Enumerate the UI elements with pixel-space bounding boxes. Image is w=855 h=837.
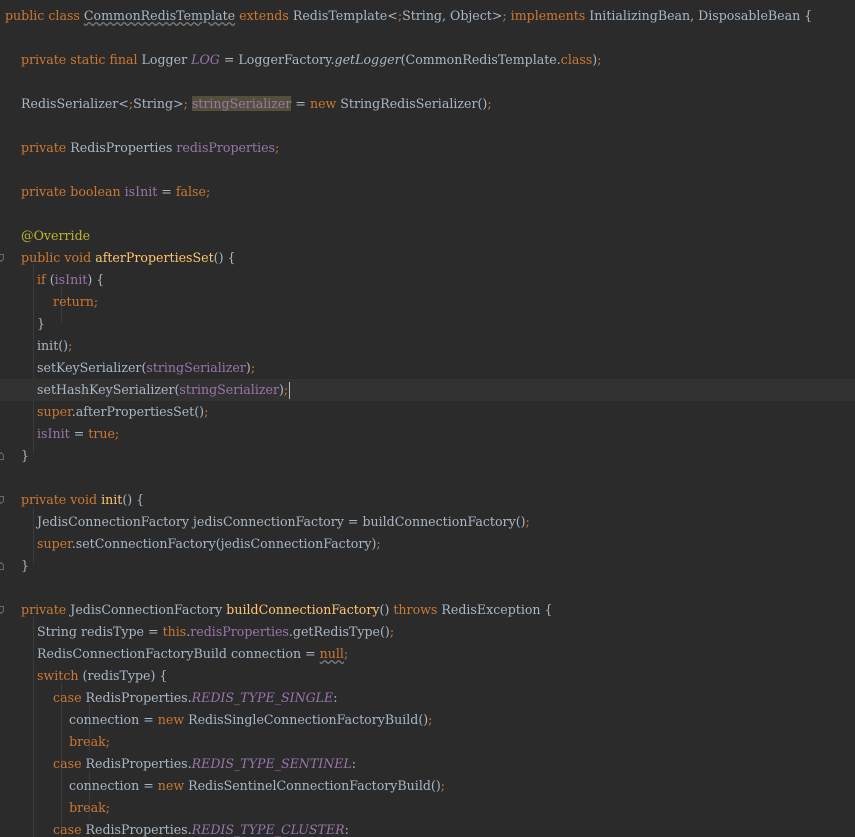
code-line[interactable]: private static final Logger LOG = Logger… (0, 49, 855, 71)
code-line-text: super.afterPropertiesSet(); (37, 404, 209, 419)
code-line[interactable] (0, 159, 855, 181)
fold-end-icon[interactable] (0, 452, 4, 460)
code-line-text: @Override (21, 228, 91, 243)
code-line-text: super.setConnectionFactory(jedisConnecti… (37, 536, 381, 551)
code-line[interactable]: } (0, 313, 855, 335)
code-line[interactable]: public class CommonRedisTemplate extends… (0, 5, 855, 27)
code-line[interactable]: @Override (0, 225, 855, 247)
code-line-text: case RedisProperties.REDIS_TYPE_SENTINEL… (53, 756, 357, 771)
code-line[interactable]: JedisConnectionFactory jedisConnectionFa… (0, 511, 855, 533)
code-line-text: setKeySerializer(stringSerializer); (5, 360, 256, 375)
code-line-text: private RedisProperties redisProperties; (21, 140, 280, 155)
code-line-text: isInit = true; (37, 426, 120, 441)
code-line-text: RedisSerializer<;String>; stringSerializ… (5, 96, 492, 111)
code-line[interactable]: private JedisConnectionFactory buildConn… (0, 599, 855, 621)
code-line[interactable] (0, 577, 855, 599)
code-line-text: break; (69, 800, 110, 815)
code-line[interactable]: case RedisProperties.REDIS_TYPE_SENTINEL… (0, 753, 855, 775)
fold-marker-icon[interactable] (0, 606, 4, 614)
code-line-text: } (5, 448, 30, 463)
code-line[interactable]: RedisConnectionFactoryBuild connection =… (0, 643, 855, 665)
code-line[interactable]: super.setConnectionFactory(jedisConnecti… (0, 533, 855, 555)
code-line[interactable]: case RedisProperties.REDIS_TYPE_CLUSTER: (0, 819, 855, 837)
code-line-text: RedisConnectionFactoryBuild connection =… (5, 646, 349, 661)
code-line[interactable]: private boolean isInit = false; (0, 181, 855, 203)
code-line[interactable]: break; (0, 797, 855, 819)
code-line-text: private boolean isInit = false; (21, 184, 211, 199)
code-line[interactable]: if (isInit) { (0, 269, 855, 291)
code-line[interactable]: case RedisProperties.REDIS_TYPE_SINGLE: (0, 687, 855, 709)
code-line-text: connection = new RedisSentinelConnection… (5, 778, 445, 793)
code-line[interactable]: private void init() { (0, 489, 855, 511)
text-caret (289, 382, 291, 399)
code-line-text: init(); (5, 338, 73, 353)
code-line[interactable]: String redisType = this.redisProperties.… (0, 621, 855, 643)
code-line-text: private JedisConnectionFactory buildConn… (21, 602, 553, 617)
code-line-text: switch (redisType) { (37, 668, 168, 683)
code-line[interactable]: isInit = true; (0, 423, 855, 445)
code-line[interactable]: return; (0, 291, 855, 313)
code-line[interactable]: } (0, 445, 855, 467)
fold-marker-icon[interactable] (0, 496, 4, 504)
code-line[interactable]: init(); (0, 335, 855, 357)
code-line[interactable] (0, 115, 855, 137)
code-line[interactable]: connection = new RedisSingleConnectionFa… (0, 709, 855, 731)
code-line[interactable]: super.afterPropertiesSet(); (0, 401, 855, 423)
code-line[interactable]: connection = new RedisSentinelConnection… (0, 775, 855, 797)
code-line-text: private void init() { (21, 492, 145, 507)
code-line[interactable] (0, 27, 855, 49)
code-line-text: setHashKeySerializer(stringSerializer); (5, 382, 291, 399)
code-line-text: JedisConnectionFactory jedisConnectionFa… (5, 514, 530, 529)
code-line[interactable] (0, 467, 855, 489)
fold-marker-icon[interactable] (0, 254, 4, 262)
code-line[interactable]: } (0, 555, 855, 577)
code-line[interactable]: setHashKeySerializer(stringSerializer); (0, 379, 855, 401)
code-line[interactable]: private RedisProperties redisProperties; (0, 137, 855, 159)
code-line-text: } (5, 316, 46, 331)
code-editor[interactable]: public class CommonRedisTemplate extends… (0, 0, 855, 837)
fold-end-icon[interactable] (0, 562, 4, 570)
code-line-text: if (isInit) { (37, 272, 105, 287)
code-line[interactable] (0, 71, 855, 93)
code-line[interactable]: setKeySerializer(stringSerializer); (0, 357, 855, 379)
code-line-text: break; (69, 734, 110, 749)
code-line-text: String redisType = this.redisProperties.… (5, 624, 395, 639)
code-line-text: public class CommonRedisTemplate extends… (5, 8, 813, 23)
code-line-text: case RedisProperties.REDIS_TYPE_CLUSTER: (53, 822, 349, 837)
code-line-text: case RedisProperties.REDIS_TYPE_SINGLE: (53, 690, 338, 705)
code-line-text: return; (53, 294, 99, 309)
code-line-text: public void afterPropertiesSet() { (21, 250, 236, 265)
code-line[interactable]: break; (0, 731, 855, 753)
code-line-text: connection = new RedisSingleConnectionFa… (5, 712, 433, 727)
code-line[interactable]: public void afterPropertiesSet() { (0, 247, 855, 269)
code-line[interactable] (0, 203, 855, 225)
code-line-text: private static final Logger LOG = Logger… (21, 52, 602, 67)
code-line[interactable]: switch (redisType) { (0, 665, 855, 687)
code-line[interactable]: RedisSerializer<;String>; stringSerializ… (0, 93, 855, 115)
code-line-text: } (5, 558, 30, 573)
